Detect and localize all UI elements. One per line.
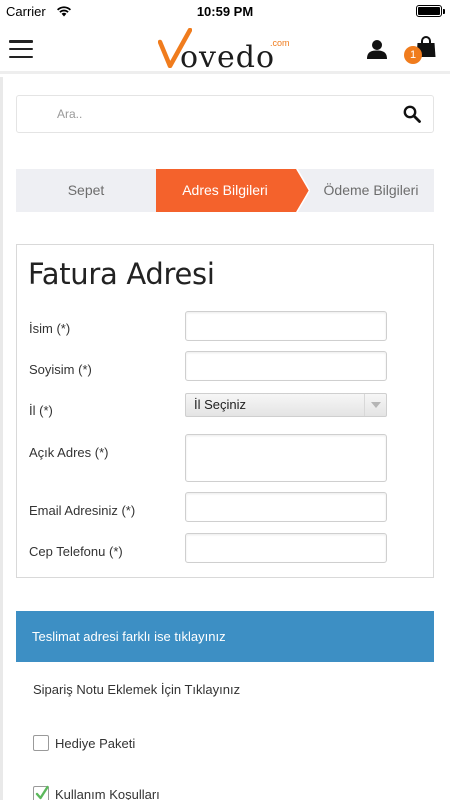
phone-label: Cep Telefonu (*): [29, 544, 123, 559]
step-cart[interactable]: Sepet: [16, 169, 156, 212]
address-field[interactable]: [185, 434, 387, 482]
email-label: Email Adresiniz (*): [29, 503, 136, 518]
step-address[interactable]: Adres Bilgileri: [156, 169, 294, 212]
search-input[interactable]: [17, 96, 397, 132]
checkmark-icon: [35, 785, 49, 800]
email-field[interactable]: [185, 492, 387, 522]
step-payment[interactable]: Ödeme Bilgileri: [308, 169, 434, 212]
status-bar: Carrier 10:59 PM: [0, 0, 450, 24]
vovedo-logo[interactable]: ovedo .com: [158, 26, 298, 75]
search-bar: [16, 95, 434, 133]
menu-icon[interactable]: [9, 40, 33, 58]
terms-checkbox[interactable]: [33, 785, 49, 800]
gift-package-label: Hediye Paketi: [55, 736, 136, 751]
city-label: İl (*): [29, 403, 53, 418]
name-field[interactable]: [185, 311, 387, 341]
chevron-down-icon: [364, 394, 386, 416]
billing-title: Fatura Adresi: [28, 257, 215, 291]
battery-icon: [416, 5, 445, 17]
surname-field[interactable]: [185, 351, 387, 381]
app-header: ovedo .com 1: [0, 24, 450, 75]
billing-address-form: Fatura Adresi İsim (*) Soyisim (*) İl (*…: [16, 244, 434, 578]
checkout-steps: Sepet Adres Bilgileri Ödeme Bilgileri: [16, 169, 434, 212]
order-note-link[interactable]: Sipariş Notu Eklemek İçin Tıklayınız: [33, 682, 240, 697]
logo-text: ovedo: [180, 40, 276, 75]
name-label: İsim (*): [29, 321, 71, 336]
cart-count-badge[interactable]: 1: [404, 46, 422, 64]
search-icon[interactable]: [403, 105, 421, 123]
different-shipping-toggle[interactable]: Teslimat adresi farklı ise tıklayınız: [16, 611, 434, 662]
surname-label: Soyisim (*): [29, 362, 92, 377]
city-select[interactable]: İl Seçiniz: [185, 393, 387, 417]
address-label: Açık Adres (*): [29, 445, 109, 460]
phone-field[interactable]: [185, 533, 387, 563]
gift-package-checkbox[interactable]: [33, 735, 49, 751]
side-strip: [0, 77, 3, 800]
user-icon[interactable]: [366, 38, 388, 60]
terms-label: Kullanım Koşulları: [55, 787, 160, 800]
city-select-value: İl Seçiniz: [194, 397, 247, 412]
clock: 10:59 PM: [196, 4, 254, 19]
logo-suffix: .com: [270, 38, 290, 48]
